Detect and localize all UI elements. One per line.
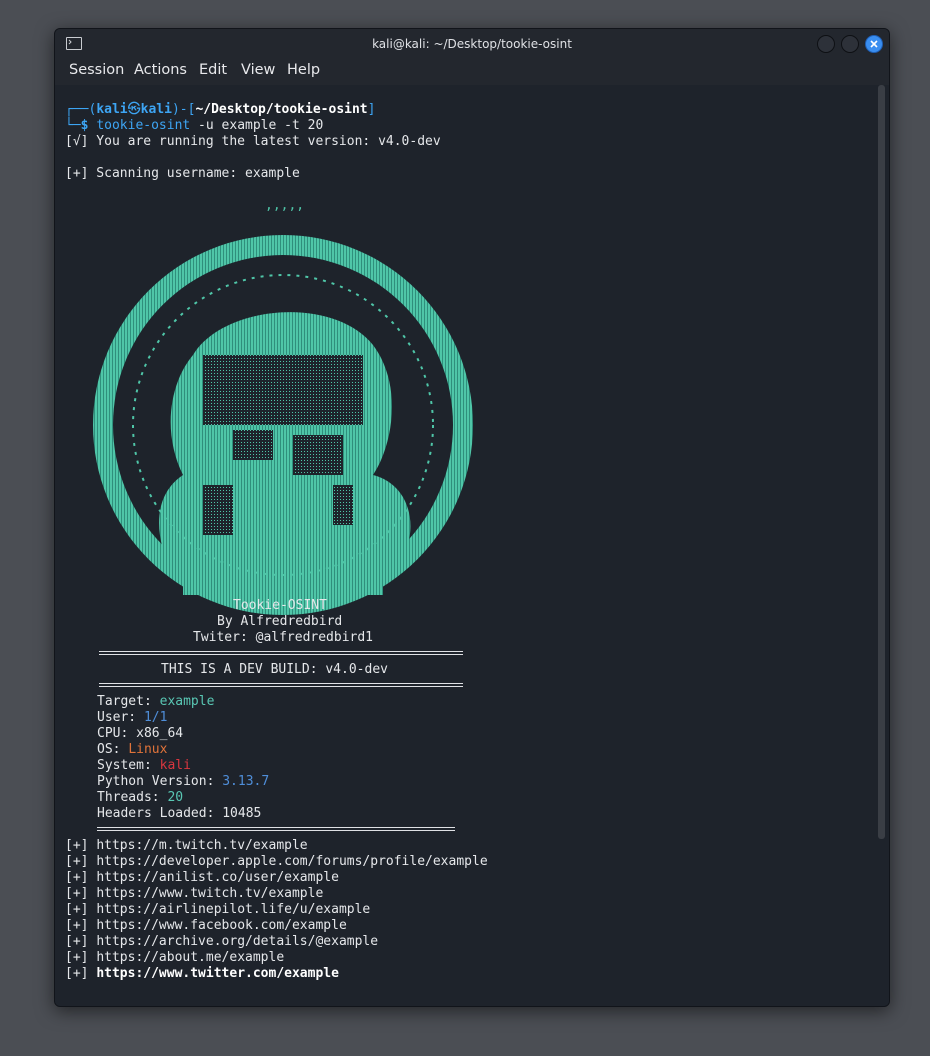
art-dots: ,,,,, [265, 198, 305, 213]
result-line: [+] https://developer.apple.com/forums/p… [65, 854, 488, 869]
separator-mid [99, 683, 463, 687]
terminal-output[interactable]: ┌──(kali㉿kali)-[~/Desktop/tookie-osint] … [55, 85, 889, 1006]
info-user: User: 1/1 [97, 710, 168, 725]
menu-help[interactable]: Help [287, 62, 320, 78]
info-system: System: kali [97, 758, 191, 773]
result-line: [+] https://www.twitch.tv/example [65, 886, 324, 901]
dev-build-line: THIS IS A DEV BUILD: v4.0-dev [161, 662, 388, 677]
ascii-art-logo [93, 235, 473, 615]
menu-bar: Session Actions Edit View Help [55, 59, 889, 85]
result-line: [+] https://anilist.co/user/example [65, 870, 339, 885]
vertical-scrollbar[interactable] [878, 85, 885, 839]
scanning-line: [+] Scanning username: example [65, 166, 300, 181]
menu-session[interactable]: Session [69, 62, 124, 78]
version-line: [√] You are running the latest version: … [65, 134, 441, 149]
prompt-line-2: └─$ tookie-osint -u example -t 20 [65, 118, 324, 133]
result-line: [+] https://www.facebook.com/example [65, 918, 347, 933]
info-os: OS: Linux [97, 742, 168, 757]
result-line-latest: [+] https://www.twitter.com/example [65, 966, 339, 981]
separator-bottom [97, 827, 455, 831]
menu-actions[interactable]: Actions [134, 62, 187, 78]
close-button[interactable] [865, 35, 883, 53]
close-icon [870, 40, 878, 48]
info-cpu: CPU: x86_64 [97, 726, 184, 741]
result-line: [+] https://m.twitch.tv/example [65, 838, 308, 853]
menu-view[interactable]: View [241, 62, 275, 78]
info-target: Target: example [97, 694, 215, 709]
banner-name: Tookie-OSINT [233, 598, 327, 613]
result-line: [+] https://about.me/example [65, 950, 285, 965]
window-title: kali@kali: ~/Desktop/tookie-osint [372, 37, 572, 51]
result-line: [+] https://archive.org/details/@example [65, 934, 379, 949]
separator-top [99, 651, 463, 655]
menu-edit[interactable]: Edit [199, 62, 227, 78]
prompt-line-1: ┌──(kali㉿kali)-[~/Desktop/tookie-osint] [65, 102, 376, 117]
terminal-window: kali@kali: ~/Desktop/tookie-osint Sessio… [54, 28, 890, 1007]
banner-twitter: Twiter: @alfredredbird1 [193, 630, 374, 645]
minimize-button[interactable] [817, 35, 835, 53]
maximize-button[interactable] [841, 35, 859, 53]
title-bar[interactable]: kali@kali: ~/Desktop/tookie-osint [55, 29, 889, 59]
result-line: [+] https://airlinepilot.life/u/example [65, 902, 371, 917]
info-headers: Headers Loaded: 10485 [97, 806, 262, 821]
banner-by: By Alfredredbird [217, 614, 343, 629]
info-python: Python Version: 3.13.7 [97, 774, 270, 789]
info-threads: Threads: 20 [97, 790, 184, 805]
